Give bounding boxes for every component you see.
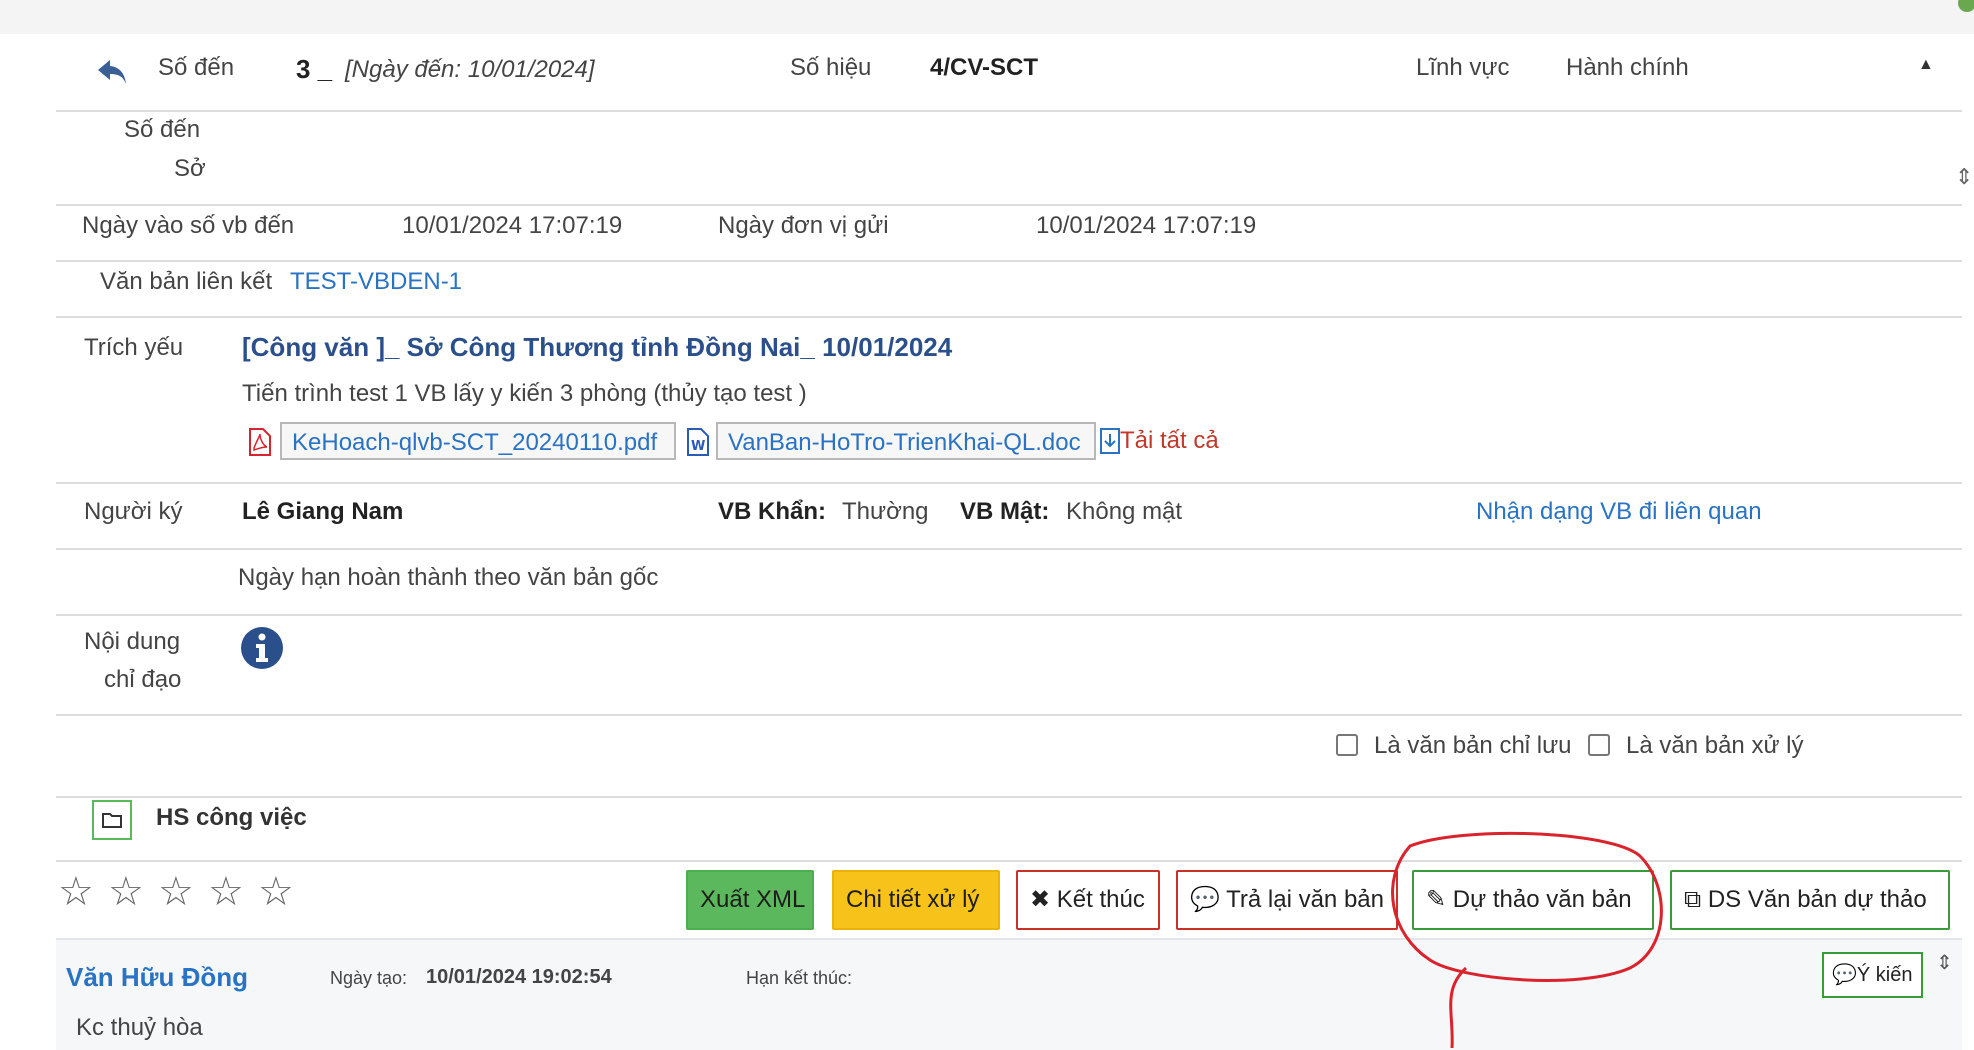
trich-yeu-label: Trích yếu bbox=[84, 334, 184, 361]
reply-icon[interactable] bbox=[96, 58, 128, 86]
ngay-vao-so-label: Ngày vào số vb đến bbox=[82, 212, 295, 239]
so-hieu-value: 4/CV-SCT bbox=[930, 54, 1039, 81]
ds-du-thao-label: DS Văn bản dự thảo bbox=[1707, 886, 1927, 913]
chi-luu-checkbox[interactable] bbox=[1336, 734, 1358, 756]
comment-deadline-label: Hạn kết thúc: bbox=[746, 968, 853, 988]
divider bbox=[56, 204, 1962, 206]
comment-created-value: 10/01/2024 19:02:54 bbox=[426, 966, 612, 988]
vb-khan-value: Thường bbox=[842, 498, 929, 525]
so-den-label: Số đến bbox=[158, 54, 235, 81]
svg-text:W: W bbox=[691, 439, 705, 454]
collapse-caret-icon[interactable]: ▲ bbox=[1918, 56, 1934, 74]
divider bbox=[56, 316, 1962, 318]
hs-cong-viec-label[interactable]: HS công việc bbox=[156, 804, 307, 832]
comment-content: Kc thuỷ hòa bbox=[76, 1014, 203, 1041]
xu-ly-label: Là văn bản xử lý bbox=[1626, 732, 1804, 759]
divider bbox=[56, 796, 1962, 798]
tra-lai-button[interactable]: 💬 Trả lại văn bản bbox=[1176, 870, 1398, 930]
divider bbox=[56, 548, 1962, 550]
tra-lai-label: Trả lại văn bản bbox=[1226, 886, 1384, 913]
folder-icon[interactable] bbox=[92, 800, 132, 840]
download-all-icon[interactable] bbox=[1100, 428, 1120, 454]
comment-author[interactable]: Văn Hữu Đồng bbox=[66, 962, 248, 993]
y-kien-button[interactable]: 💬Ý kiến bbox=[1822, 952, 1923, 998]
rating-star-4[interactable]: ☆ bbox=[208, 872, 244, 912]
ngay-den: [Ngày đến: 10/01/2024] bbox=[345, 56, 595, 83]
divider bbox=[56, 614, 1962, 616]
vb-mat-value: Không mật bbox=[1066, 498, 1183, 525]
ngay-don-vi-gui-label: Ngày đơn vị gửi bbox=[718, 212, 889, 239]
noi-dung-line2: chỉ đạo bbox=[104, 666, 182, 693]
ket-thuc-button[interactable]: ✖ Kết thúc bbox=[1016, 870, 1160, 930]
noi-dung-line1: Nội dung bbox=[84, 628, 181, 655]
chi-luu-label: Là văn bản chỉ lưu bbox=[1374, 732, 1572, 759]
trich-yeu-description: Tiến trình test 1 VB lấy y kiến 3 phòng … bbox=[242, 380, 807, 407]
rating-star-5[interactable]: ☆ bbox=[258, 872, 294, 912]
linh-vuc-value: Hành chính bbox=[1566, 54, 1689, 81]
xuat-xml-button[interactable]: Xuất XML bbox=[686, 870, 814, 930]
ket-thuc-label: Kết thúc bbox=[1056, 886, 1145, 913]
browser-top-strip bbox=[0, 0, 1974, 34]
comment-created-label: Ngày tạo: bbox=[330, 968, 408, 988]
red-annotation-circle bbox=[1391, 831, 1663, 1048]
comment-icon: 💬 bbox=[1832, 964, 1857, 986]
comment-bubble-icon: 💬 bbox=[1190, 886, 1220, 913]
ngay-vao-so-value: 10/01/2024 17:07:19 bbox=[402, 212, 623, 239]
divider bbox=[56, 260, 1962, 262]
xu-ly-checkbox[interactable] bbox=[1588, 734, 1610, 756]
so-den-so-line1: Số đến bbox=[124, 116, 201, 143]
trich-yeu-title: [Công văn ]_ Sở Công Thương tỉnh Đồng Na… bbox=[242, 332, 952, 363]
vb-mat-label: VB Mật: bbox=[960, 498, 1050, 525]
so-den-value: 3 _ bbox=[296, 54, 333, 84]
file-doc-link[interactable]: VanBan-HoTro-TrienKhai-QL.doc bbox=[716, 422, 1096, 460]
ds-du-thao-button[interactable]: ⧉ DS Văn bản dự thảo bbox=[1670, 870, 1950, 930]
so-hieu-label: Số hiệu bbox=[790, 54, 872, 81]
ngay-don-vi-gui-value: 10/01/2024 17:07:19 bbox=[1036, 212, 1257, 239]
divider bbox=[56, 482, 1962, 484]
chi-tiet-xu-ly-button[interactable]: Chi tiết xử lý bbox=[832, 870, 1000, 930]
y-kien-label: Ý kiến bbox=[1856, 964, 1913, 986]
rating-star-2[interactable]: ☆ bbox=[108, 872, 144, 912]
pdf-file-icon bbox=[249, 428, 271, 456]
side-handle-icon[interactable]: ⇕ bbox=[1955, 164, 1973, 190]
close-icon: ✖ bbox=[1030, 886, 1051, 913]
info-icon[interactable] bbox=[240, 626, 284, 670]
related-outgoing-link[interactable]: Nhận dạng VB đi liên quan bbox=[1476, 498, 1762, 526]
rating-star-3[interactable]: ☆ bbox=[158, 872, 194, 912]
word-file-icon: W bbox=[687, 428, 709, 456]
lien-ket-label: Văn bản liên kết bbox=[100, 268, 273, 295]
trich-yeu-title-text: [Công văn ]_ Sở Công Thương tỉnh Đồng Na… bbox=[242, 332, 953, 362]
divider bbox=[56, 110, 1962, 112]
divider bbox=[56, 714, 1962, 716]
deadline-text: Ngày hạn hoàn thành theo văn bản gốc bbox=[238, 564, 659, 591]
download-all-link[interactable]: Tải tất cả bbox=[1120, 427, 1219, 455]
file-pdf-link[interactable]: KeHoach-qlvb-SCT_20240110.pdf bbox=[280, 422, 676, 460]
nguoi-ky-value: Lê Giang Nam bbox=[242, 498, 404, 525]
rating-star-1[interactable]: ☆ bbox=[58, 872, 94, 912]
linh-vuc-label: Lĩnh vực bbox=[1416, 54, 1510, 81]
nguoi-ky-label: Người ký bbox=[84, 498, 183, 525]
lien-ket-link[interactable]: TEST-VBDEN-1 bbox=[290, 268, 462, 296]
so-den-so-line2: Sở bbox=[174, 155, 206, 182]
sort-icon[interactable]: ⇕ bbox=[1936, 950, 1953, 975]
vb-khan-label: VB Khẩn: bbox=[718, 498, 826, 525]
